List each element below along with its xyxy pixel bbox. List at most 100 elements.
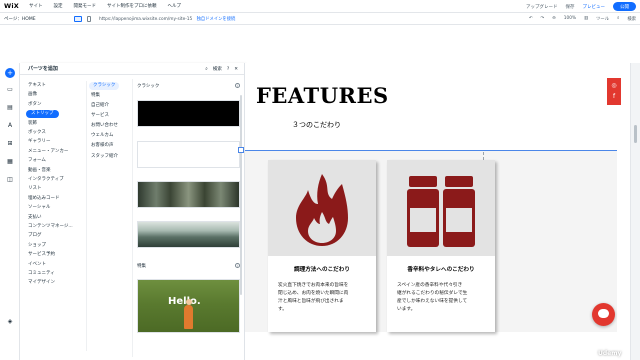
design-icon[interactable]: A <box>6 122 14 129</box>
help-icon[interactable]: ? <box>227 67 229 72</box>
category-interactive[interactable]: インタラクティブ <box>26 175 82 184</box>
social-bar[interactable]: ◎ f <box>607 78 621 105</box>
category-gallery[interactable]: ギャラリー <box>26 137 82 146</box>
strip-preview-forest[interactable] <box>137 181 240 208</box>
category-shop[interactable]: ショップ <box>26 241 82 250</box>
zoom-level[interactable]: 100% <box>564 16 576 21</box>
section-title-features: 特集 <box>137 264 146 269</box>
tools-button[interactable]: ツール <box>596 16 609 22</box>
menu-help[interactable]: ヘルプ <box>168 3 182 9</box>
category-box[interactable]: ボックス <box>26 128 82 137</box>
strip-preview-mountains[interactable] <box>137 221 240 248</box>
connect-domain-link[interactable]: 独自ドメインを接続 <box>197 17 236 22</box>
apps-icon[interactable]: ⊞ <box>6 140 14 147</box>
category-bookings[interactable]: サービス予約 <box>26 250 82 259</box>
tools-icon[interactable]: ▥ <box>584 16 588 22</box>
features-heading[interactable]: FEATURES <box>256 83 389 108</box>
category-list[interactable]: リスト <box>26 184 82 193</box>
mobile-icon[interactable] <box>87 15 91 22</box>
category-text[interactable]: テキスト <box>26 81 82 90</box>
wix-logo[interactable]: WiX <box>4 2 19 10</box>
desktop-icon[interactable] <box>74 15 82 22</box>
subcategory-services[interactable]: サービス <box>89 111 130 121</box>
media-icon[interactable]: ▦ <box>6 158 14 165</box>
card-text-line: います。 <box>397 307 416 312</box>
menu-site[interactable]: サイト <box>29 3 43 9</box>
menu-settings[interactable]: 設定 <box>54 3 63 9</box>
chat-button[interactable] <box>592 303 615 326</box>
category-video-music[interactable]: 動画・音楽 <box>26 166 82 175</box>
card-image <box>387 160 495 256</box>
chat-icon <box>598 309 609 318</box>
category-payments[interactable]: 支払い <box>26 213 82 222</box>
panel-scrollbar[interactable] <box>240 95 242 295</box>
strip-preview-hello[interactable]: Hello. <box>137 279 240 333</box>
redo-icon[interactable]: ↷ <box>541 16 545 22</box>
publish-button[interactable]: 公開 <box>613 2 636 11</box>
card-text-line: スペイン産の香辛料や代々引き <box>397 283 463 288</box>
undo-icon[interactable]: ↶ <box>529 16 533 22</box>
category-list: テキスト 画像 ボタン ストリップ 装飾 ボックス ギャラリー メニュー・アンカ… <box>26 81 82 288</box>
category-button[interactable]: ボタン <box>26 100 82 109</box>
subcategory-classic[interactable]: クラシック <box>89 82 120 90</box>
category-community[interactable]: コミュニティ <box>26 269 82 278</box>
category-social[interactable]: ソーシャル <box>26 203 82 212</box>
layers-bottom-icon[interactable]: ◈ <box>6 318 14 325</box>
pages-icon[interactable]: ▤ <box>6 104 14 111</box>
panel-title: パーツを追加 <box>28 66 58 72</box>
zoom-out-icon[interactable]: ⊖ <box>552 16 556 22</box>
category-blog[interactable]: ブログ <box>26 231 82 240</box>
category-strip[interactable]: ストリップ <box>26 110 59 118</box>
subcategory-testimonials[interactable]: お客様の声 <box>89 141 130 151</box>
strip-preview-black[interactable] <box>137 100 240 127</box>
panel-search-icon[interactable]: ⌕ <box>205 66 208 72</box>
card-text-line: 継がれるこだわりの秘伝ダレで生 <box>397 291 468 296</box>
sections-icon[interactable]: ▭ <box>6 86 14 93</box>
instagram-icon[interactable]: ◎ <box>607 82 621 89</box>
card-text: 炭火直下焼きでお肉本来の旨味を 閉じ込め、お肉を焼いた瞬間に肉 汁と風味と旨味が… <box>278 282 366 314</box>
category-menu-anchor[interactable]: メニュー・アンカー <box>26 147 82 156</box>
category-decorative[interactable]: 装飾 <box>26 119 82 128</box>
canvas-scrollbar[interactable] <box>630 63 640 360</box>
subcategory-welcome[interactable]: ウェルカム <box>89 131 130 141</box>
subcategory-about[interactable]: 自己紹介 <box>89 101 130 111</box>
panel-search-label[interactable]: 検索 <box>213 66 222 72</box>
card-text: スペイン産の香辛料や代々引き 継がれるこだわりの秘伝ダレで生 産でしか味わえない… <box>397 282 485 314</box>
strip-previews: クラシック i 特集 i Hello. <box>132 79 242 357</box>
upgrade-button[interactable]: アップグレード <box>526 4 558 10</box>
subcategory-features[interactable]: 特集 <box>89 91 130 101</box>
feature-card-spices[interactable]: 香辛料やタレへのこだわり スペイン産の香辛料や代々引き 継がれるこだわりの秘伝ダ… <box>387 160 495 332</box>
add-elements-icon[interactable]: + <box>5 68 15 78</box>
panel-header-actions: ⌕ 検索 ? ✕ <box>205 66 238 73</box>
address-actions: ↶ ↷ ⊖ 100% ▥ ツール ⌕ 検索 <box>529 16 636 22</box>
category-image[interactable]: 画像 <box>26 90 82 99</box>
search-icon[interactable]: ⌕ <box>617 16 619 22</box>
strip-preview-white[interactable] <box>137 141 240 168</box>
strip-handle[interactable] <box>238 147 244 153</box>
category-cms[interactable]: コンテンツマネージ... <box>26 222 82 231</box>
category-events[interactable]: イベント <box>26 260 82 269</box>
layers-icon[interactable]: ◫ <box>6 176 14 183</box>
search-button[interactable]: 検索 <box>627 16 636 22</box>
section-title-classic: クラシック <box>137 84 160 89</box>
subcategory-list: クラシック 特集 自己紹介 サービス お問い合わせ ウェルカム お客様の声 スタ… <box>86 81 130 351</box>
save-button[interactable]: 保存 <box>566 4 575 10</box>
category-my-designs[interactable]: マイデザイン <box>26 278 82 287</box>
canvas-scroll-thumb[interactable] <box>634 125 637 143</box>
card-title: 香辛料やタレへのこだわり <box>407 267 475 273</box>
flame-icon <box>296 174 348 246</box>
menu-hire-pro[interactable]: サイト制作をプロに依頼 <box>107 3 157 9</box>
category-form[interactable]: フォーム <box>26 156 82 165</box>
preview-button[interactable]: プレビュー <box>583 4 606 10</box>
category-embed-code[interactable]: 埋め込みコード <box>26 194 82 203</box>
menu-dev-mode[interactable]: 開発モード <box>74 3 97 9</box>
page-selector[interactable]: ページ：HOME <box>4 16 64 22</box>
feature-card-cooking[interactable]: 調理方法へのこだわり 炭火直下焼きでお肉本来の旨味を 閉じ込め、お肉を焼いた瞬間… <box>268 160 376 332</box>
info-icon[interactable]: i <box>235 83 240 88</box>
features-subheading[interactable]: ３つのこだわり <box>292 120 341 130</box>
udemy-watermark: Udemy <box>598 350 622 357</box>
facebook-icon[interactable]: f <box>607 93 621 100</box>
close-icon[interactable]: ✕ <box>234 67 238 72</box>
subcategory-contact[interactable]: お問い合わせ <box>89 121 130 131</box>
subcategory-team[interactable]: スタッフ紹介 <box>89 152 130 162</box>
